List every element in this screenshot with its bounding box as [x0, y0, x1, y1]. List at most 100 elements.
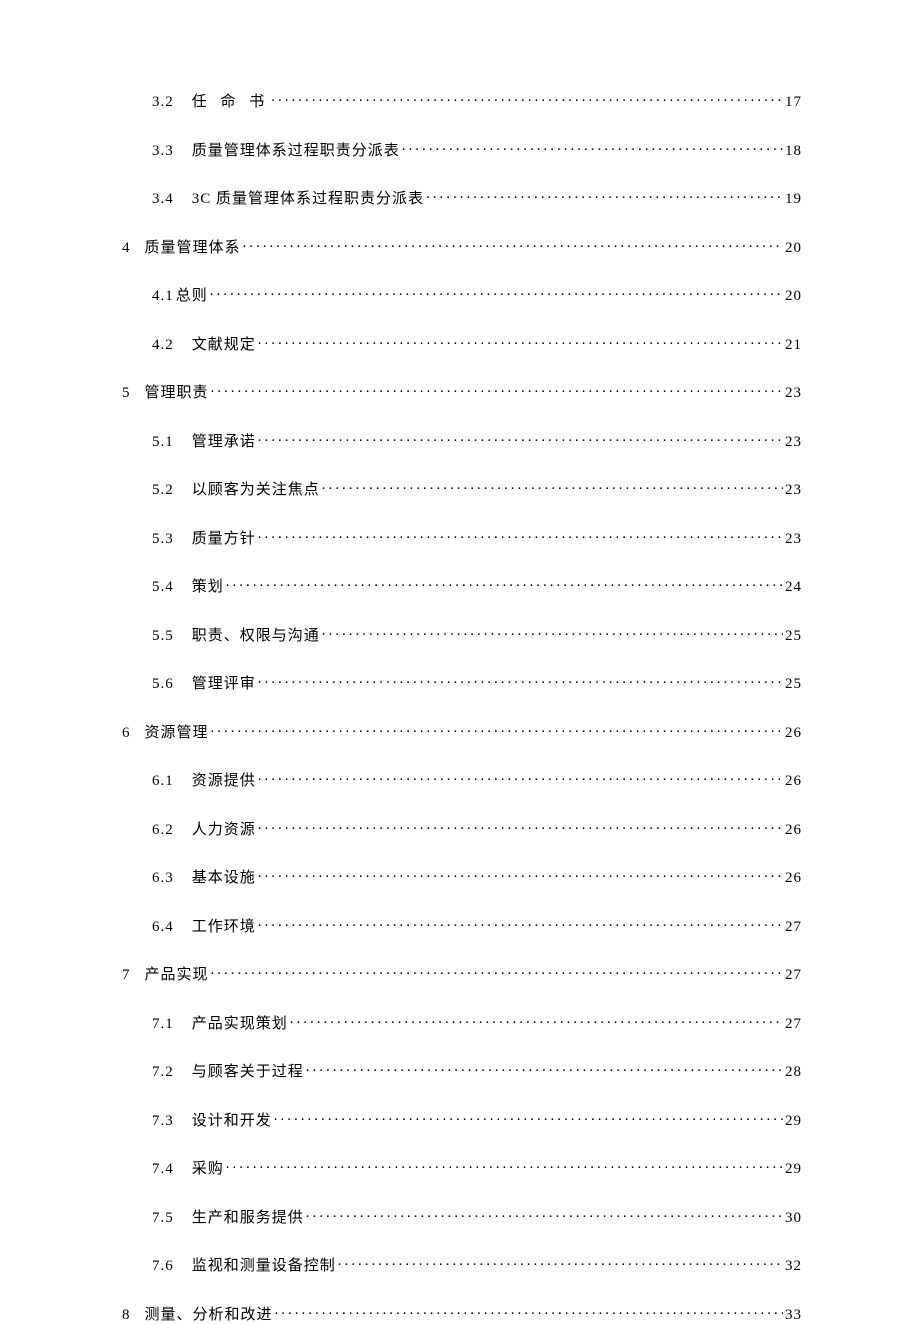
toc-page-number: 20 [785, 240, 802, 257]
toc-title: 管理承诺 [192, 430, 256, 451]
toc-title: 策划 [192, 575, 224, 596]
toc-page-number: 26 [785, 725, 802, 742]
toc-number: 4.2 [152, 337, 174, 354]
toc-leader-dots [243, 237, 783, 252]
toc-page-number: 29 [785, 1161, 802, 1178]
toc-title: 资源提供 [192, 769, 256, 790]
toc-entry: 7.5生产和服务提供30 [122, 1206, 802, 1227]
toc-number: 5.1 [152, 434, 174, 451]
toc-leader-dots [211, 964, 783, 979]
toc-number: 6.4 [152, 919, 174, 936]
toc-number: 7.5 [152, 1210, 174, 1227]
toc-page-number: 21 [785, 337, 802, 354]
toc-leader-dots [402, 140, 783, 155]
toc-number: 6.3 [152, 870, 174, 887]
toc-title: 与顾客关于过程 [192, 1060, 304, 1081]
table-of-contents: 3.2任 命 书17 3.3质量管理体系过程职责分派表18 3.4 3C 质量管理体系… [122, 90, 802, 1324]
toc-page-number: 17 [785, 94, 802, 111]
toc-page-number: 23 [785, 385, 802, 402]
toc-leader-dots [274, 1110, 783, 1125]
toc-page-number: 28 [785, 1064, 802, 1081]
toc-number: 7 [122, 967, 131, 984]
toc-page-number: 27 [785, 967, 802, 984]
toc-leader-dots [210, 285, 783, 300]
toc-page-number: 26 [785, 822, 802, 839]
toc-entry: 6.1 资源提供 26 [122, 769, 802, 790]
toc-leader-dots [258, 819, 783, 834]
toc-title: 产品实现 [145, 963, 209, 984]
toc-page-number: 24 [785, 579, 802, 596]
toc-leader-dots [271, 91, 783, 106]
toc-number: 4.1 [152, 288, 174, 305]
toc-leader-dots [226, 1158, 783, 1173]
toc-entry: 6资源管理26 [122, 721, 802, 742]
toc-leader-dots [258, 916, 783, 931]
toc-title: 设计和开发 [192, 1109, 272, 1130]
toc-title: 管理职责 [145, 381, 209, 402]
toc-page-number: 32 [785, 1258, 802, 1275]
toc-leader-dots [258, 528, 783, 543]
toc-entry: 7.3设计和开发29 [122, 1109, 802, 1130]
toc-entry: 3.43C 质量管理体系过程职责分派表19 [122, 187, 802, 208]
toc-entry: 4质量管理体系20 [122, 236, 802, 257]
toc-entry: 4.2文献规定21 [122, 333, 802, 354]
toc-entry: 3.3质量管理体系过程职责分派表18 [122, 139, 802, 160]
toc-title: 管理评审 [192, 672, 256, 693]
toc-leader-dots [290, 1013, 783, 1028]
toc-page-number: 33 [785, 1307, 802, 1324]
toc-leader-dots [322, 479, 783, 494]
toc-leader-dots [211, 722, 783, 737]
toc-title: 基本设施 [192, 866, 256, 887]
toc-leader-dots [258, 431, 783, 446]
toc-leader-dots [258, 673, 783, 688]
toc-number: 5.3 [152, 531, 174, 548]
toc-number: 7.2 [152, 1064, 174, 1081]
toc-entry: 4.1总则 20 [122, 284, 802, 305]
toc-number: 5 [122, 385, 131, 402]
toc-leader-dots [275, 1304, 783, 1319]
toc-entry: 7.6监视和测量设备控制32 [122, 1254, 802, 1275]
toc-number: 6.1 [152, 773, 174, 790]
toc-entry: 5.3 质量方针 23 [122, 527, 802, 548]
toc-entry: 5.5职责、权限与沟通25 [122, 624, 802, 645]
toc-entry: 7.4采购29 [122, 1157, 802, 1178]
toc-title: 监视和测量设备控制 [192, 1254, 336, 1275]
toc-leader-dots [338, 1255, 783, 1270]
toc-entry: 5 管理职责 23 [122, 381, 802, 402]
toc-page-number: 23 [785, 531, 802, 548]
toc-page-number: 18 [785, 143, 802, 160]
toc-leader-dots [258, 770, 783, 785]
toc-number: 5.2 [152, 482, 174, 499]
toc-number: 3.4 [152, 191, 174, 208]
toc-entry: 5.2以顾客为关注焦点23 [122, 478, 802, 499]
toc-leader-dots [226, 576, 783, 591]
toc-page-number: 25 [785, 676, 802, 693]
toc-title: 工作环境 [192, 915, 256, 936]
toc-entry: 7.1产品实现策划27 [122, 1012, 802, 1033]
toc-page-number: 26 [785, 773, 802, 790]
toc-entry: 5.1管理承诺23 [122, 430, 802, 451]
toc-entry: 6.2人力资源26 [122, 818, 802, 839]
toc-page-number: 23 [785, 482, 802, 499]
toc-title: 产品实现策划 [192, 1012, 288, 1033]
toc-number: 3.3 [152, 143, 174, 160]
toc-page-number: 20 [785, 288, 802, 305]
toc-leader-dots [258, 334, 783, 349]
toc-entry: 6.3基本设施26 [122, 866, 802, 887]
toc-number: 5.4 [152, 579, 174, 596]
toc-number: 4 [122, 240, 131, 257]
toc-title: 测量、分析和改进 [145, 1303, 273, 1324]
toc-entry: 3.2任 命 书17 [122, 90, 802, 111]
toc-number: 5.5 [152, 628, 174, 645]
toc-title: 总则 [176, 284, 208, 305]
toc-page-number: 30 [785, 1210, 802, 1227]
toc-title: 采购 [192, 1157, 224, 1178]
toc-title: 职责、权限与沟通 [192, 624, 320, 645]
toc-title: 3C 质量管理体系过程职责分派表 [192, 187, 424, 208]
toc-page-number: 29 [785, 1113, 802, 1130]
toc-entry: 7 产品实现 27 [122, 963, 802, 984]
toc-number: 7.1 [152, 1016, 174, 1033]
toc-title: 质量方针 [192, 527, 256, 548]
toc-leader-dots [306, 1061, 783, 1076]
toc-entry: 8测量、分析和改进33 [122, 1303, 802, 1324]
